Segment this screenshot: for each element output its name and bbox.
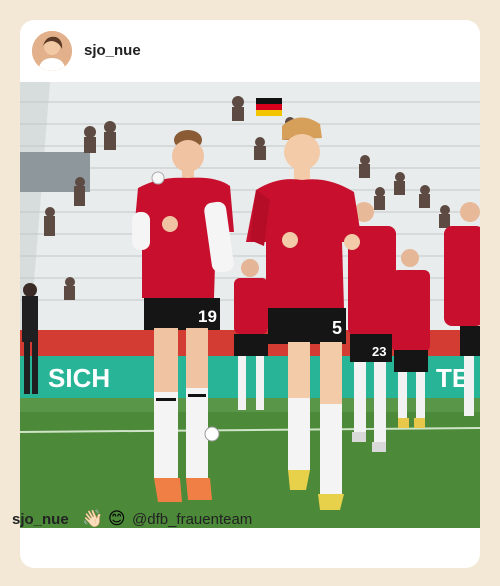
post-header: sjo_nue <box>20 20 480 82</box>
post-caption <box>20 528 480 568</box>
jersey-number-left: 19 <box>198 307 217 326</box>
training-photo: SICH TE 23 19 5 <box>20 82 480 528</box>
post-username[interactable]: sjo_nue <box>84 42 141 59</box>
banner-text-left: SICH <box>48 363 110 393</box>
jersey-number-center: 5 <box>332 318 342 338</box>
caption-emojis: 👋🏻 😊 <box>82 509 126 528</box>
avatar-image <box>32 31 72 71</box>
post-photo: SICH TE 23 19 5 <box>20 82 480 528</box>
jersey-number-right: 23 <box>372 344 386 359</box>
post-card: sjo_nue SICH TE 23 19 5 <box>20 20 480 568</box>
caption-username[interactable]: sjo_nue <box>12 511 69 528</box>
caption-mention-link[interactable]: @dfb_frauenteam <box>132 511 252 528</box>
flag-icon <box>256 98 282 116</box>
avatar[interactable] <box>32 31 72 71</box>
